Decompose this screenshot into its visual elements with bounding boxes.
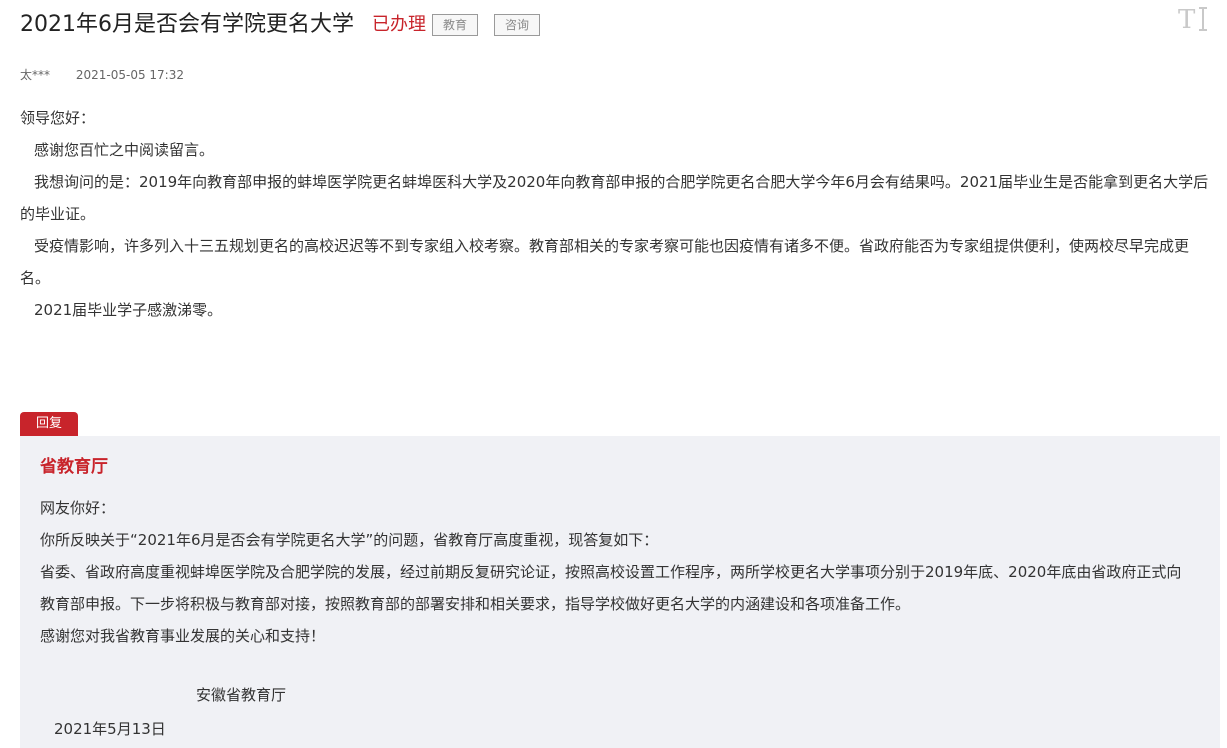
font-size-icon[interactable]: T [1176,4,1212,35]
reply-line: 网友你好： [40,499,116,517]
question-greeting: 领导您好： [20,109,96,127]
post-date: 2021-05-05 17:32 [75,68,184,82]
title-row: 2021年6月是否会有学院更名大学 已办理 教育 咨询 [20,10,541,40]
reply-signature: 安徽省教育厅 [196,686,287,704]
reply-date: 2021年5月13日 [54,720,166,738]
post-meta: 太*** 2021-05-05 17:32 [20,66,184,83]
author-name: 太*** [20,68,51,82]
reply-line: 你所反映关于“2021年6月是否会有学院更名大学”的问题，省教育厅高度重视，现答… [40,531,659,549]
reply-department: 省教育厅 [40,457,108,477]
question-paragraph: 感谢您百忙之中阅读留言。 [34,141,215,159]
question-paragraph: 我想询问的是：2019年向教育部申报的蚌埠医学院更名蚌埠医科大学及2020年向教… [20,173,1209,223]
reply-panel: 省教育厅 网友你好： 你所反映关于“2021年6月是否会有学院更名大学”的问题，… [20,436,1220,748]
reply-line: 感谢您对我省教育事业发展的关心和支持！ [40,627,326,645]
status-label: 已办理 [372,14,426,35]
tag-consult[interactable]: 咨询 [494,14,541,36]
question-paragraph: 受疫情影响，许多列入十三五规划更名的高校迟迟等不到专家组入校考察。教育部相关的专… [20,237,1190,287]
reply-body: 网友你好： 你所反映关于“2021年6月是否会有学院更名大学”的问题，省教育厅高… [40,492,1195,652]
question-body: 领导您好： 感谢您百忙之中阅读留言。 我想询问的是：2019年向教育部申报的蚌埠… [20,102,1218,326]
reply-line: 省委、省政府高度重视蚌埠医学院及合肥学院的发展，经过前期反复研究论证，按照高校设… [40,563,1182,613]
reply-tab: 回复 [20,412,78,436]
page-title: 2021年6月是否会有学院更名大学 [20,12,354,37]
font-size-icon-glyph: T [1178,5,1207,35]
question-paragraph: 2021届毕业学子感激涕零。 [34,301,223,319]
svg-text:T: T [1178,5,1196,34]
page: 2021年6月是否会有学院更名大学 已办理 教育 咨询 T 太*** 2021-… [0,0,1227,748]
tag-education[interactable]: 教育 [432,14,479,36]
